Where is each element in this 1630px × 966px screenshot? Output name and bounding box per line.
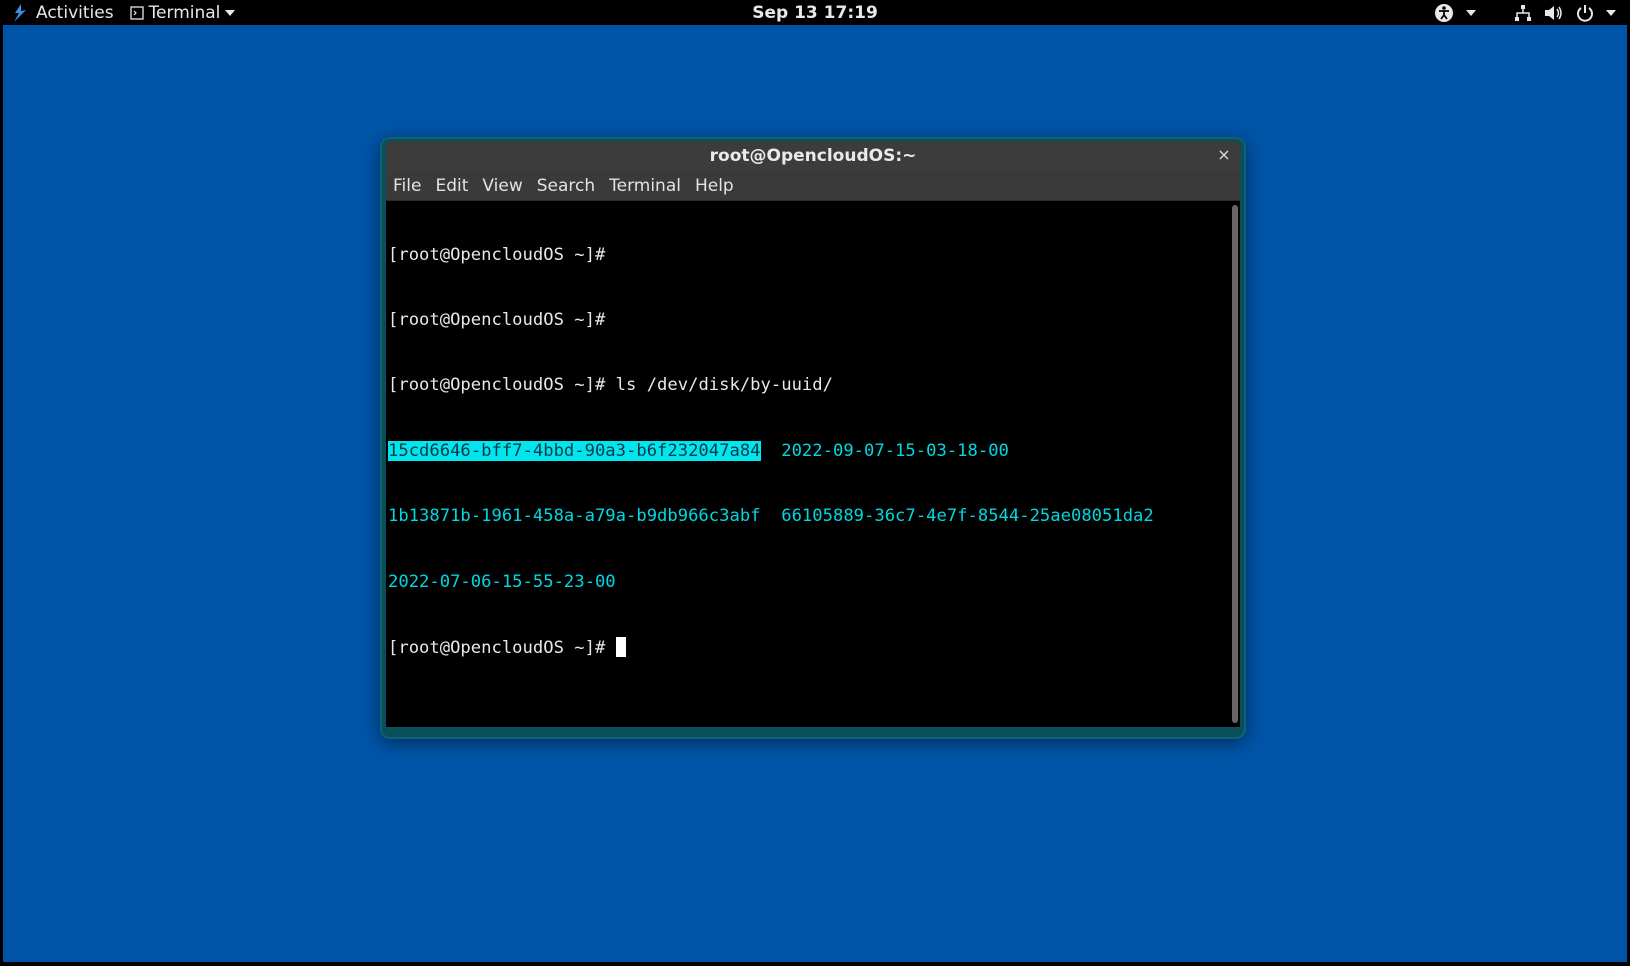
menu-terminal[interactable]: Terminal <box>602 176 688 196</box>
menu-view[interactable]: View <box>475 176 529 196</box>
ls-entry: 1b13871b-1961-458a-a79a-b9db966c3abf <box>388 506 761 527</box>
ls-entry: 2022-07-06-15-55-23-00 <box>388 571 616 592</box>
command: ls /dev/disk/by-uuid/ <box>615 375 833 396</box>
power-icon[interactable] <box>1576 4 1594 22</box>
terminal-line: 15cd6646-bff7-4bbd-90a3-b6f232047a84 202… <box>388 440 1226 463</box>
chevron-down-icon[interactable] <box>1606 9 1616 16</box>
prompt: [root@OpencloudOS ~]# <box>388 309 616 330</box>
close-icon[interactable]: × <box>1214 145 1234 165</box>
screen-bottom-edge <box>0 962 1630 966</box>
terminal-line: [root@OpencloudOS ~]# <box>388 310 1226 332</box>
terminal-output: [root@OpencloudOS ~]# [root@OpencloudOS … <box>388 201 1226 702</box>
menu-edit[interactable]: Edit <box>428 176 475 196</box>
chevron-down-icon[interactable] <box>1466 9 1476 16</box>
clock[interactable]: Sep 13 17:19 <box>0 0 1630 25</box>
network-icon[interactable] <box>1514 4 1532 22</box>
terminal-line: 2022-07-06-15-55-23-00 <box>388 572 1226 594</box>
scrollbar[interactable] <box>1232 205 1238 723</box>
window-title: root@OpencloudOS:~ <box>709 146 917 166</box>
ls-entry: 2022-09-07-15-03-18-00 <box>781 440 1009 461</box>
menu-file[interactable]: File <box>386 176 428 196</box>
prompt: [root@OpencloudOS ~]# <box>388 375 616 396</box>
menu-search[interactable]: Search <box>530 176 602 196</box>
accessibility-icon[interactable] <box>1434 3 1454 23</box>
terminal-line: [root@OpencloudOS ~]# <box>388 636 1226 659</box>
terminal-window: root@OpencloudOS:~ × File Edit View Sear… <box>380 137 1246 739</box>
window-titlebar[interactable]: root@OpencloudOS:~ × <box>386 141 1240 171</box>
menu-bar: File Edit View Search Terminal Help <box>386 171 1240 201</box>
terminal-line: 1b13871b-1961-458a-a79a-b9db966c3abf 661… <box>388 506 1226 528</box>
prompt: [root@OpencloudOS ~]# <box>388 637 616 658</box>
menu-help[interactable]: Help <box>688 176 741 196</box>
terminal-line: [root@OpencloudOS ~]# <box>388 245 1226 267</box>
text-cursor <box>615 636 626 657</box>
ls-entry: 66105889-36c7-4e7f-8544-25ae08051da2 <box>781 506 1154 527</box>
volume-icon[interactable] <box>1544 4 1564 22</box>
top-bar: Activities Terminal Sep 13 17:19 <box>0 0 1630 25</box>
terminal-area[interactable]: [root@OpencloudOS ~]# [root@OpencloudOS … <box>386 201 1240 727</box>
ls-entry-selected: 15cd6646-bff7-4bbd-90a3-b6f232047a84 <box>388 440 761 461</box>
prompt: [root@OpencloudOS ~]# <box>388 244 616 265</box>
terminal-line: [root@OpencloudOS ~]# ls /dev/disk/by-uu… <box>388 375 1226 397</box>
